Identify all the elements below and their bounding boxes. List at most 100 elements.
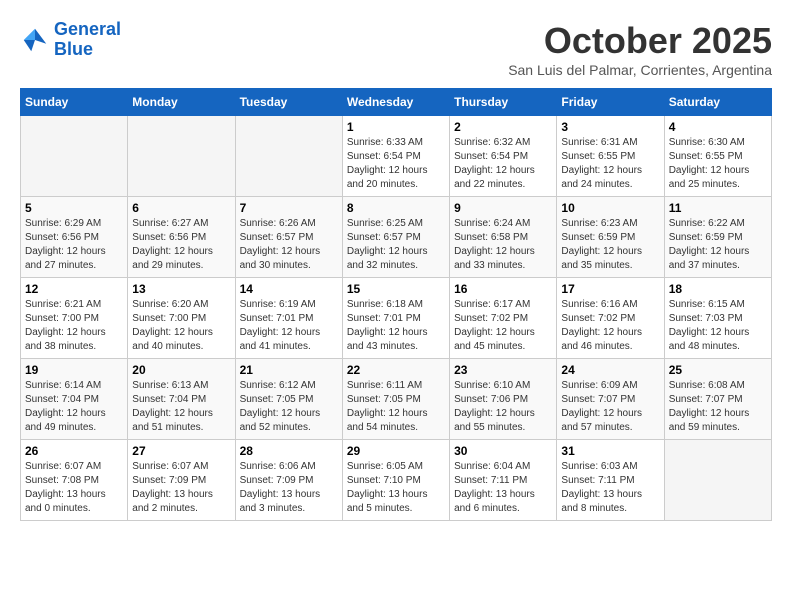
day-number: 5 xyxy=(25,201,123,215)
calendar-cell: 1Sunrise: 6:33 AM Sunset: 6:54 PM Daylig… xyxy=(342,116,449,197)
calendar-cell xyxy=(235,116,342,197)
weekday-header: Wednesday xyxy=(342,89,449,116)
day-info: Sunrise: 6:18 AM Sunset: 7:01 PM Dayligh… xyxy=(347,298,445,354)
calendar-cell: 27 Sunrise: 6:07 AM Sunset: 7:09 PM Dayli… xyxy=(128,440,235,521)
day-number: 2 xyxy=(454,120,552,134)
calendar-cell: 26 Sunrise: 6:07 AM Sunset: 7:08 PM Dayli… xyxy=(21,440,128,521)
day-info: Sunrise: 6:21 AM Sunset: 7:00 PM Dayligh… xyxy=(25,298,123,354)
day-info: Sunrise: 6:08 AM Sunset: 7:07 PM Dayligh… xyxy=(669,379,767,435)
day-number: 12 xyxy=(25,282,123,296)
weekday-header: Monday xyxy=(128,89,235,116)
day-number: 28 xyxy=(240,444,338,458)
calendar-table: SundayMondayTuesdayWednesdayThursdayFrid… xyxy=(20,88,772,521)
day-number: 11 xyxy=(669,201,767,215)
calendar-week-row: 12 Sunrise: 6:21 AM Sunset: 7:00 PM Dayli… xyxy=(21,278,772,359)
day-info: Sunrise: 6:09 AM Sunset: 7:07 PM Dayligh… xyxy=(561,379,659,435)
calendar-cell: 2Sunrise: 6:32 AM Sunset: 6:54 PM Daylig… xyxy=(450,116,557,197)
day-number: 15 xyxy=(347,282,445,296)
title-section: October 2025 San Luis del Palmar, Corrie… xyxy=(508,20,772,78)
calendar-cell: 28 Sunrise: 6:06 AM Sunset: 7:09 PM Dayli… xyxy=(235,440,342,521)
weekday-header: Sunday xyxy=(21,89,128,116)
location-subtitle: San Luis del Palmar, Corrientes, Argenti… xyxy=(508,62,772,78)
day-info: Sunrise: 6:29 AM Sunset: 6:56 PM Dayligh… xyxy=(25,217,123,273)
calendar-cell: 23Sunrise: 6:10 AM Sunset: 7:06 PM Dayli… xyxy=(450,359,557,440)
calendar-cell: 13Sunrise: 6:20 AM Sunset: 7:00 PM Dayli… xyxy=(128,278,235,359)
calendar-cell: 30 Sunrise: 6:04 AM Sunset: 7:11 PM Dayli… xyxy=(450,440,557,521)
weekday-header: Friday xyxy=(557,89,664,116)
day-number: 16 xyxy=(454,282,552,296)
calendar-cell: 17 Sunrise: 6:16 AM Sunset: 7:02 PM Dayli… xyxy=(557,278,664,359)
calendar-cell: 25 Sunrise: 6:08 AM Sunset: 7:07 PM Dayli… xyxy=(664,359,771,440)
day-number: 22 xyxy=(347,363,445,377)
day-number: 1 xyxy=(347,120,445,134)
day-number: 18 xyxy=(669,282,767,296)
calendar-cell: 16 Sunrise: 6:17 AM Sunset: 7:02 PM Dayli… xyxy=(450,278,557,359)
day-info: Sunrise: 6:11 AM Sunset: 7:05 PM Dayligh… xyxy=(347,379,445,435)
day-number: 21 xyxy=(240,363,338,377)
day-number: 20 xyxy=(132,363,230,377)
day-number: 17 xyxy=(561,282,659,296)
day-info: Sunrise: 6:25 AM Sunset: 6:57 PM Dayligh… xyxy=(347,217,445,273)
day-number: 27 xyxy=(132,444,230,458)
calendar-cell: 11 Sunrise: 6:22 AM Sunset: 6:59 PM Dayli… xyxy=(664,197,771,278)
day-info: Sunrise: 6:27 AM Sunset: 6:56 PM Dayligh… xyxy=(132,217,230,273)
calendar-cell: 20 Sunrise: 6:13 AM Sunset: 7:04 PM Dayli… xyxy=(128,359,235,440)
day-info: Sunrise: 6:06 AM Sunset: 7:09 PM Dayligh… xyxy=(240,460,338,516)
logo: General Blue xyxy=(20,20,121,60)
day-number: 26 xyxy=(25,444,123,458)
calendar-week-row: 5 Sunrise: 6:29 AM Sunset: 6:56 PM Daylig… xyxy=(21,197,772,278)
calendar-cell: 10 Sunrise: 6:23 AM Sunset: 6:59 PM Dayli… xyxy=(557,197,664,278)
day-info: Sunrise: 6:12 AM Sunset: 7:05 PM Dayligh… xyxy=(240,379,338,435)
calendar-cell xyxy=(21,116,128,197)
day-info: Sunrise: 6:24 AM Sunset: 6:58 PM Dayligh… xyxy=(454,217,552,273)
day-info: Sunrise: 6:16 AM Sunset: 7:02 PM Dayligh… xyxy=(561,298,659,354)
day-number: 3 xyxy=(561,120,659,134)
calendar-cell: 6Sunrise: 6:27 AM Sunset: 6:56 PM Daylig… xyxy=(128,197,235,278)
calendar-cell: 21 Sunrise: 6:12 AM Sunset: 7:05 PM Dayli… xyxy=(235,359,342,440)
calendar-cell: 4 Sunrise: 6:30 AM Sunset: 6:55 PM Daylig… xyxy=(664,116,771,197)
day-info: Sunrise: 6:15 AM Sunset: 7:03 PM Dayligh… xyxy=(669,298,767,354)
day-info: Sunrise: 6:31 AM Sunset: 6:55 PM Dayligh… xyxy=(561,136,659,192)
day-info: Sunrise: 6:14 AM Sunset: 7:04 PM Dayligh… xyxy=(25,379,123,435)
calendar-week-row: 26 Sunrise: 6:07 AM Sunset: 7:08 PM Dayli… xyxy=(21,440,772,521)
weekday-header: Thursday xyxy=(450,89,557,116)
day-number: 25 xyxy=(669,363,767,377)
calendar-cell: 14Sunrise: 6:19 AM Sunset: 7:01 PM Dayli… xyxy=(235,278,342,359)
day-info: Sunrise: 6:04 AM Sunset: 7:11 PM Dayligh… xyxy=(454,460,552,516)
logo-text: General Blue xyxy=(54,20,121,60)
day-info: Sunrise: 6:22 AM Sunset: 6:59 PM Dayligh… xyxy=(669,217,767,273)
day-info: Sunrise: 6:30 AM Sunset: 6:55 PM Dayligh… xyxy=(669,136,767,192)
calendar-cell: 8Sunrise: 6:25 AM Sunset: 6:57 PM Daylig… xyxy=(342,197,449,278)
day-number: 23 xyxy=(454,363,552,377)
day-number: 4 xyxy=(669,120,767,134)
day-number: 13 xyxy=(132,282,230,296)
day-number: 19 xyxy=(25,363,123,377)
day-info: Sunrise: 6:17 AM Sunset: 7:02 PM Dayligh… xyxy=(454,298,552,354)
calendar-week-row: 1Sunrise: 6:33 AM Sunset: 6:54 PM Daylig… xyxy=(21,116,772,197)
day-number: 30 xyxy=(454,444,552,458)
weekday-header-row: SundayMondayTuesdayWednesdayThursdayFrid… xyxy=(21,89,772,116)
day-info: Sunrise: 6:07 AM Sunset: 7:08 PM Dayligh… xyxy=(25,460,123,516)
calendar-cell: 19 Sunrise: 6:14 AM Sunset: 7:04 PM Dayli… xyxy=(21,359,128,440)
day-info: Sunrise: 6:13 AM Sunset: 7:04 PM Dayligh… xyxy=(132,379,230,435)
calendar-cell: 5 Sunrise: 6:29 AM Sunset: 6:56 PM Daylig… xyxy=(21,197,128,278)
day-info: Sunrise: 6:26 AM Sunset: 6:57 PM Dayligh… xyxy=(240,217,338,273)
calendar-cell xyxy=(664,440,771,521)
calendar-cell: 9 Sunrise: 6:24 AM Sunset: 6:58 PM Daylig… xyxy=(450,197,557,278)
day-number: 29 xyxy=(347,444,445,458)
calendar-week-row: 19 Sunrise: 6:14 AM Sunset: 7:04 PM Dayli… xyxy=(21,359,772,440)
weekday-header: Saturday xyxy=(664,89,771,116)
day-info: Sunrise: 6:23 AM Sunset: 6:59 PM Dayligh… xyxy=(561,217,659,273)
calendar-cell: 24 Sunrise: 6:09 AM Sunset: 7:07 PM Dayli… xyxy=(557,359,664,440)
calendar-cell xyxy=(128,116,235,197)
day-info: Sunrise: 6:19 AM Sunset: 7:01 PM Dayligh… xyxy=(240,298,338,354)
day-number: 9 xyxy=(454,201,552,215)
day-info: Sunrise: 6:07 AM Sunset: 7:09 PM Dayligh… xyxy=(132,460,230,516)
day-number: 10 xyxy=(561,201,659,215)
calendar-cell: 31Sunrise: 6:03 AM Sunset: 7:11 PM Dayli… xyxy=(557,440,664,521)
weekday-header: Tuesday xyxy=(235,89,342,116)
day-info: Sunrise: 6:03 AM Sunset: 7:11 PM Dayligh… xyxy=(561,460,659,516)
logo-icon xyxy=(20,25,50,55)
day-number: 24 xyxy=(561,363,659,377)
calendar-cell: 15 Sunrise: 6:18 AM Sunset: 7:01 PM Dayli… xyxy=(342,278,449,359)
